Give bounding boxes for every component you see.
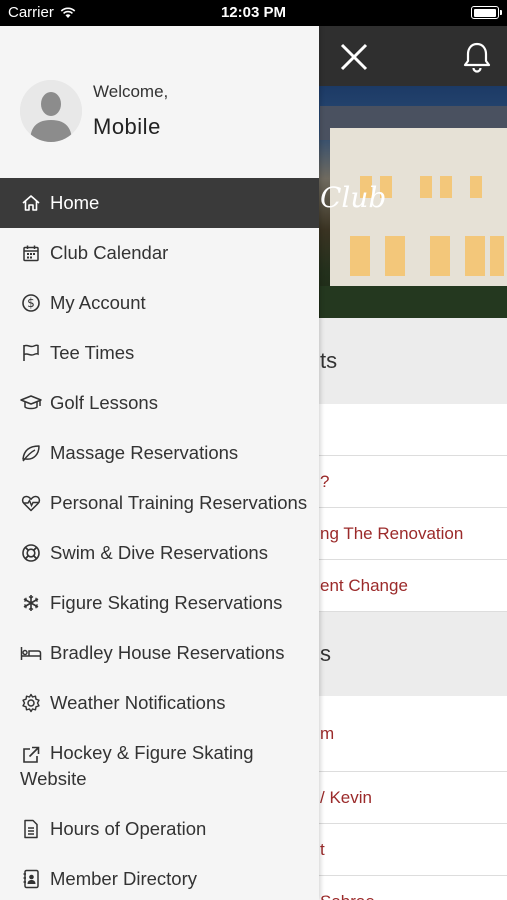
heartbeat-icon (20, 492, 42, 514)
menu-item-label: Hockey & Figure Skating (50, 742, 254, 763)
menu-item-figure-skating[interactable]: Figure Skating Reservations (0, 578, 319, 628)
close-icon[interactable] (336, 39, 372, 75)
document-icon (20, 818, 42, 840)
menu-item-label-line2: Website (20, 768, 87, 789)
user-name: Mobile (93, 114, 161, 139)
menu-item-label: Member Directory (50, 868, 197, 889)
menu-item-tee-times[interactable]: Tee Times (0, 328, 319, 378)
graduation-cap-icon (20, 392, 42, 414)
home-icon (20, 192, 42, 214)
menu-item-label: Figure Skating Reservations (50, 592, 283, 613)
status-bar: Carrier 12:03 PM (0, 0, 507, 26)
menu-item-label: Tee Times (50, 342, 135, 363)
menu-item-bradley-house[interactable]: Bradley House Reservations (0, 628, 319, 678)
leaf-icon (20, 442, 42, 464)
hero-window (350, 236, 370, 276)
menu-item-label: My Account (50, 292, 146, 313)
menu-item-massage-reservations[interactable]: Massage Reservations (0, 428, 319, 478)
hero-window (465, 236, 485, 276)
contact-book-icon (20, 868, 42, 890)
welcome-label: Welcome, (93, 82, 169, 101)
bed-icon (20, 642, 42, 664)
menu-item-label: Weather Notifications (50, 692, 226, 713)
menu-item-label: Home (50, 192, 100, 213)
external-link-icon (20, 744, 42, 766)
side-drawer: Welcome, Mobile Home Club Calendar $ My … (0, 26, 319, 900)
menu-item-member-directory[interactable]: Member Directory (0, 854, 319, 900)
menu-item-golf-lessons[interactable]: Golf Lessons (0, 378, 319, 428)
avatar[interactable] (20, 80, 82, 142)
calendar-icon (20, 242, 42, 264)
menu-item-club-calendar[interactable]: Club Calendar (0, 228, 319, 278)
menu-item-label: Club Calendar (50, 242, 169, 263)
menu-item-swim-dive[interactable]: Swim & Dive Reservations (0, 528, 319, 578)
menu-item-hours-of-operation[interactable]: Hours of Operation (0, 804, 319, 854)
svg-text:$: $ (27, 296, 35, 310)
profile-header: Welcome, Mobile (0, 26, 319, 178)
hero-window (470, 176, 482, 198)
menu-item-home[interactable]: Home (0, 178, 319, 228)
snowflake-icon (20, 592, 42, 614)
hero-window (440, 176, 452, 198)
hero-window (420, 176, 432, 198)
menu-item-label: Massage Reservations (50, 442, 239, 463)
status-time: 12:03 PM (220, 4, 287, 21)
user-silhouette-icon (20, 80, 82, 142)
hero-window (430, 236, 450, 276)
menu-item-label: Golf Lessons (50, 392, 158, 413)
menu-item-personal-training[interactable]: Personal Training Reservations (0, 478, 319, 528)
battery-icon (471, 6, 502, 19)
hero-window (385, 236, 405, 276)
lifebuoy-icon (20, 542, 42, 564)
menu-item-label: Personal Training Reservations (50, 492, 308, 513)
bell-icon[interactable] (460, 40, 494, 74)
hero-window (490, 236, 504, 276)
menu-item-weather-notifications[interactable]: Weather Notifications (0, 678, 319, 728)
menu-item-label: Hours of Operation (50, 818, 207, 839)
hero-club-text: Club (320, 181, 387, 214)
nav-menu: Home Club Calendar $ My Account Tee Time… (0, 178, 319, 900)
menu-item-hockey-website[interactable]: Hockey & Figure Skating Website (0, 728, 319, 804)
flag-icon (20, 342, 42, 364)
gear-icon (20, 692, 42, 714)
dollar-icon: $ (20, 292, 42, 314)
battery-level (473, 8, 496, 17)
menu-item-label: Swim & Dive Reservations (50, 542, 268, 563)
menu-item-label: Bradley House Reservations (50, 642, 285, 663)
hero-lawn (320, 286, 507, 318)
menu-item-my-account[interactable]: $ My Account (0, 278, 319, 328)
